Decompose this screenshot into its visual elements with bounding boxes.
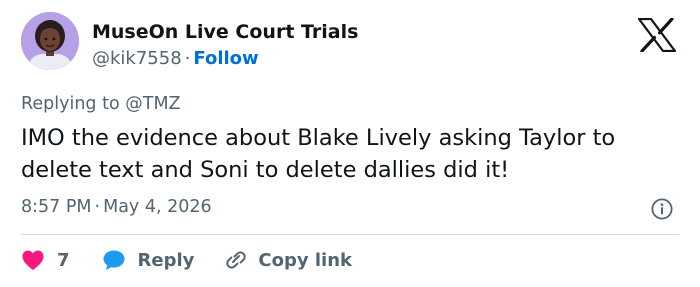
like-button[interactable]: 7 (21, 249, 70, 271)
tweet-time: 8:57 PM (21, 197, 92, 217)
timestamp-separator: · (94, 197, 101, 217)
author-handle-row: @kik7558 · Follow (92, 48, 259, 69)
author-display-name[interactable]: MuseOn Live Court Trials (92, 21, 358, 43)
divider (21, 234, 679, 235)
tweet-card: MuseOn Live Court Trials @kik7558 · Follow… (0, 0, 700, 287)
info-icon[interactable] (651, 198, 673, 220)
x-logo-icon[interactable] (637, 17, 677, 53)
follow-button[interactable]: Follow (193, 48, 258, 69)
link-icon (226, 251, 247, 269)
tweet-timestamp[interactable]: 8:57 PM · May 4, 2026 (21, 197, 212, 217)
copy-link-label: Copy link (258, 249, 352, 271)
handle-separator: · (184, 48, 191, 69)
tweet-date: May 4, 2026 (103, 197, 212, 217)
reply-label: Reply (137, 249, 195, 271)
like-count: 7 (57, 249, 70, 271)
reply-button[interactable]: Reply (102, 249, 195, 271)
copy-link-button[interactable]: Copy link (224, 249, 352, 271)
speech-bubble-icon (103, 250, 125, 270)
replying-to-prefix: Replying to (21, 94, 120, 114)
author-avatar[interactable] (21, 12, 79, 70)
replying-to-handle[interactable]: @TMZ (125, 94, 180, 114)
author-handle[interactable]: @kik7558 (92, 48, 182, 69)
heart-icon (22, 250, 44, 270)
action-bar: 7 Reply Copy link (21, 247, 352, 273)
replying-to-line: Replying to @TMZ (21, 94, 181, 114)
cartoon-woman-avatar-icon (21, 12, 79, 70)
tweet-text: IMO the evidence about Blake Lively aski… (21, 125, 616, 183)
